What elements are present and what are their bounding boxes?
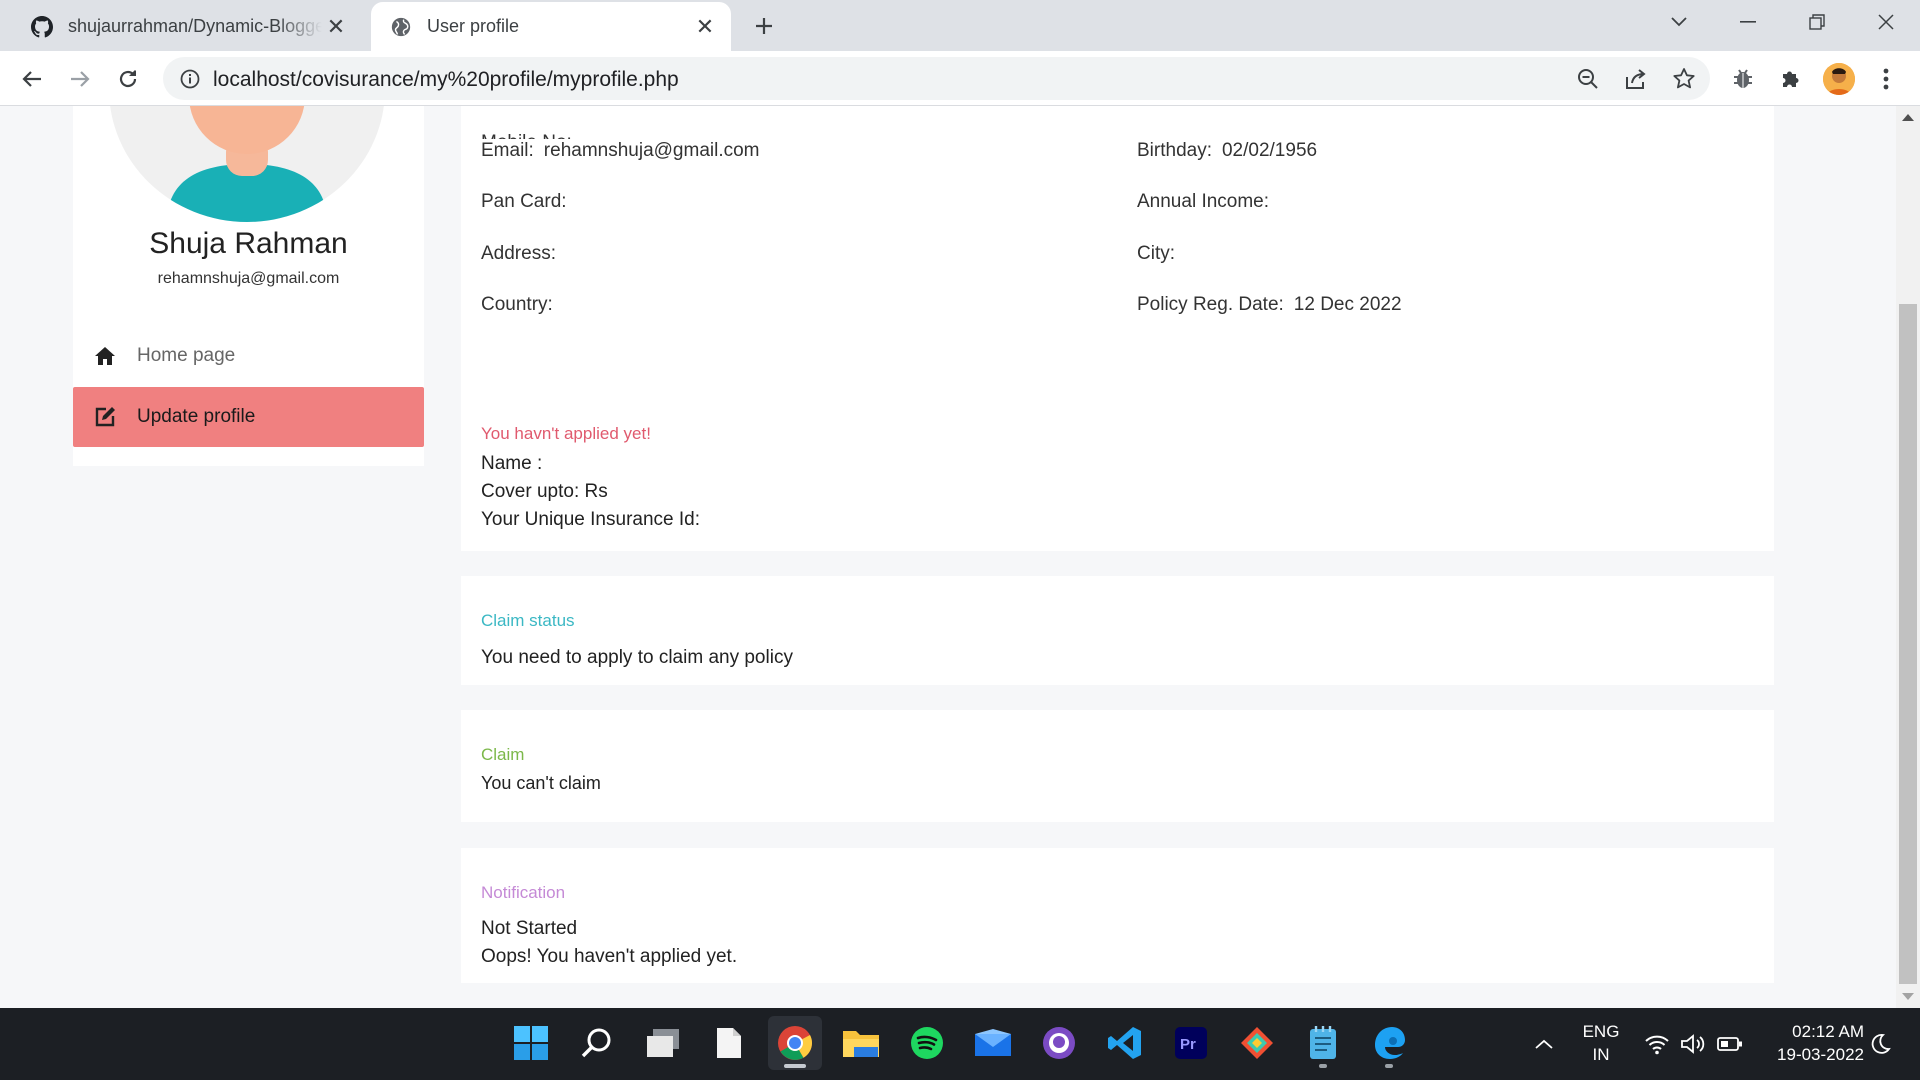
mail-icon[interactable] [966, 1016, 1020, 1070]
notepad-icon[interactable] [1296, 1016, 1350, 1070]
notification-line-2: Oops! You haven't applied yet. [481, 946, 738, 967]
insurance-id-line: Your Unique Insurance Id: [481, 509, 701, 530]
nav-label: Home page [137, 345, 236, 366]
claim-status-card: Claim status You need to apply to claim … [461, 576, 1774, 685]
edit-icon [91, 403, 119, 431]
profile-sidebar: Shuja Rahman rehamnshuja@gmail.com Home … [73, 106, 424, 466]
notification-heading: Notification [481, 883, 566, 902]
restore-icon[interactable] [1788, 0, 1846, 44]
url-text: localhost/covisurance/my%20profile/mypro… [213, 68, 679, 91]
premiere-pro-icon[interactable]: Pr [1164, 1016, 1218, 1070]
claim-heading: Claim [481, 745, 525, 764]
status-heading: You havn't applied yet! [481, 424, 651, 443]
active-indicator [784, 1064, 806, 1068]
zoom-icon[interactable] [1571, 62, 1605, 96]
battery-icon[interactable] [1716, 1030, 1744, 1058]
running-indicator [1385, 1064, 1393, 1068]
chrome-icon[interactable] [768, 1016, 822, 1070]
github-desktop-icon[interactable] [1032, 1016, 1086, 1070]
notification-line-1: Not Started [481, 918, 578, 939]
share-icon[interactable] [1619, 62, 1653, 96]
chevron-up-icon[interactable] [1530, 1030, 1558, 1058]
profile-avatar-icon[interactable] [1823, 63, 1855, 95]
back-button[interactable] [14, 61, 50, 97]
claim-status-heading: Claim status [481, 611, 575, 630]
birthday-field: Birthday: 02/02/1956 [1137, 140, 1318, 161]
windows-taskbar: Pr ENG IN 02:12 AM 19-03-2022 [0, 1008, 1920, 1080]
minimize-icon[interactable] [1719, 0, 1777, 44]
menu-dots-icon[interactable] [1868, 61, 1904, 97]
spotify-icon[interactable] [900, 1016, 954, 1070]
address-field: Address: [481, 243, 556, 264]
clock-time[interactable]: 02:12 AM [1758, 1022, 1864, 1042]
site-info-icon[interactable] [177, 66, 203, 92]
tab-user-profile[interactable]: User profile ✕ [371, 2, 731, 51]
wifi-icon[interactable] [1643, 1030, 1671, 1058]
scroll-down-arrow-icon[interactable] [1902, 993, 1914, 1000]
reload-button[interactable] [110, 61, 146, 97]
page-scrollbar[interactable] [1896, 106, 1920, 1008]
scrollbar-thumb[interactable] [1899, 304, 1917, 984]
address-bar[interactable]: localhost/covisurance/my%20profile/mypro… [163, 57, 1710, 100]
profile-name: Shuja Rahman [149, 227, 348, 260]
nav-home-page[interactable]: Home page [73, 326, 424, 386]
new-tab-button[interactable] [748, 10, 780, 42]
bug-extension-icon[interactable] [1725, 61, 1761, 97]
country-field: Country: [481, 294, 553, 315]
tab-strip: shujaurrahman/Dynamic-Blogger ✕ User pro… [0, 0, 1920, 51]
user-avatar-icon [109, 106, 385, 222]
tab-github[interactable]: shujaurrahman/Dynamic-Blogger ✕ [12, 2, 362, 51]
claim-status-text: You need to apply to claim any policy [481, 647, 793, 668]
cover-line: Cover upto: Rs [481, 481, 608, 502]
policy-reg-date-field: Policy Reg. Date: 12 Dec 2022 [1137, 294, 1402, 315]
file-page-icon[interactable] [702, 1016, 756, 1070]
forward-button[interactable] [62, 61, 98, 97]
pan-card-field: Pan Card: [481, 191, 567, 212]
email-field: Email: rehamnshuja@gmail.com [481, 140, 760, 161]
language-top[interactable]: ENG [1576, 1022, 1626, 1042]
city-field: City: [1137, 243, 1175, 264]
vscode-icon[interactable] [1098, 1016, 1152, 1070]
application-status-card: You havn't applied yet! Name : Cover upt… [461, 389, 1774, 551]
task-view-icon[interactable] [636, 1016, 690, 1070]
running-indicator [1319, 1064, 1327, 1068]
tab-title: shujaurrahman/Dynamic-Blogger [68, 16, 322, 36]
nav-label: Update profile [137, 406, 256, 427]
browser-toolbar: localhost/covisurance/my%20profile/mypro… [0, 51, 1920, 106]
close-tab-icon[interactable]: ✕ [322, 13, 350, 41]
nav-update-profile[interactable]: Update profile [73, 387, 424, 447]
tab-search-icon[interactable] [1650, 0, 1708, 44]
clock-date[interactable]: 19-03-2022 [1758, 1045, 1864, 1065]
annual-income-field: Annual Income: [1137, 191, 1270, 212]
close-tab-icon[interactable]: ✕ [691, 13, 719, 41]
bookmark-star-icon[interactable] [1667, 62, 1701, 96]
claim-card: Claim You can't claim [461, 710, 1774, 822]
tab-title: User profile [427, 16, 520, 36]
globe-icon [389, 15, 413, 39]
claim-text: You can't claim [481, 773, 601, 793]
home-icon [91, 342, 119, 370]
search-icon[interactable] [570, 1016, 624, 1070]
extensions-puzzle-icon[interactable] [1773, 61, 1809, 97]
close-window-icon[interactable] [1857, 0, 1915, 44]
policy-name-line: Name : [481, 453, 543, 474]
volume-icon[interactable] [1679, 1030, 1707, 1058]
notification-card: Notification Not Started Oops! You haven… [461, 848, 1774, 983]
focus-moon-icon[interactable] [1866, 1030, 1894, 1058]
profile-email: rehamnshuja@gmail.com [157, 270, 340, 287]
svg-text:Pr: Pr [1180, 1036, 1196, 1053]
page-viewport: Shuja Rahman rehamnshuja@gmail.com Home … [0, 106, 1896, 1008]
language-bottom[interactable]: IN [1576, 1045, 1626, 1065]
github-icon [30, 15, 54, 39]
scroll-up-arrow-icon[interactable] [1902, 114, 1914, 121]
edge-icon[interactable] [1362, 1016, 1416, 1070]
git-kraken-icon[interactable] [1230, 1016, 1284, 1070]
start-windows-icon[interactable] [504, 1016, 558, 1070]
file-explorer-icon[interactable] [834, 1016, 888, 1070]
